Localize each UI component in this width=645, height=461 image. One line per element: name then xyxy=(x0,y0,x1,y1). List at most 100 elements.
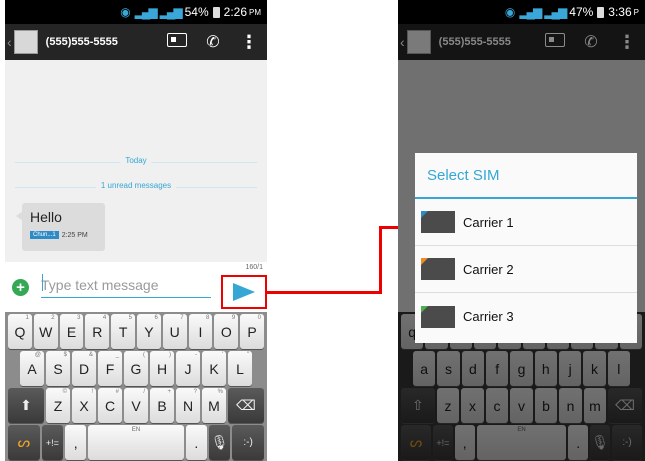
key-p[interactable]: P0 xyxy=(240,314,264,349)
comma-key[interactable]: , xyxy=(65,425,87,460)
conversation-view[interactable]: Today 1 unread messages Hello Chun...1 2… xyxy=(5,60,267,262)
key-k[interactable]: K ' xyxy=(202,351,226,386)
key-alt-label: 7 xyxy=(180,315,184,321)
swype-icon: ᔕ xyxy=(17,434,31,450)
battery-icon xyxy=(597,6,605,18)
key-e[interactable]: E3 xyxy=(59,314,84,349)
key-r[interactable]: R4 xyxy=(85,314,110,349)
send-icon xyxy=(233,283,255,301)
key-n[interactable]: N? xyxy=(176,388,200,423)
key-o[interactable]: O9 xyxy=(214,314,239,349)
key-alt-label: 4 xyxy=(102,315,107,321)
smiley-key[interactable]: :-) xyxy=(232,425,265,460)
key-z[interactable]: Z © xyxy=(46,388,70,423)
key-b[interactable]: B + xyxy=(150,388,174,423)
key-alt-label: ) xyxy=(169,352,171,358)
status-bar: ◉ ▂▄▆ ▂▄▆ 54% 2:26 PM xyxy=(5,0,267,24)
send-button[interactable] xyxy=(221,275,267,309)
overflow-menu-icon[interactable]: ⋮ xyxy=(609,32,645,53)
key-s[interactable]: S $ xyxy=(46,351,70,386)
contact-card-button[interactable] xyxy=(159,32,195,52)
key-a[interactable]: A @ xyxy=(20,351,44,386)
status-bar: ◉ ▂▄▆ ▂▄▆ 47% 3:36 P xyxy=(398,0,645,24)
key-alt-label: 9 xyxy=(231,315,236,321)
message-text: Hello xyxy=(30,209,62,225)
battery-percent: 47% xyxy=(569,5,594,19)
back-icon[interactable]: ‹ xyxy=(400,34,405,50)
key-d[interactable]: D & xyxy=(72,351,96,386)
signal-icon: ▂▄▆ xyxy=(134,5,158,19)
key-alt-label: 6 xyxy=(154,315,158,321)
microphone-icon: 🎙 xyxy=(210,434,229,450)
phone-icon: ✆ xyxy=(584,34,598,51)
add-attachment-button[interactable]: + xyxy=(12,279,29,296)
contact-card-button[interactable] xyxy=(537,32,573,52)
signal-icon-2: ▂▄▆ xyxy=(544,5,567,19)
contact-number: (555)555-5555 xyxy=(45,36,118,48)
key-y[interactable]: Y6 xyxy=(137,314,161,349)
key-q[interactable]: Q1 xyxy=(8,314,32,349)
symbols-key[interactable]: +!= xyxy=(41,425,64,460)
key-label: P xyxy=(247,323,257,340)
key-label: V xyxy=(131,397,141,414)
key-alt-label: + xyxy=(167,389,171,395)
wifi-icon: ◉ xyxy=(504,5,516,19)
key-alt-label: - xyxy=(195,352,197,358)
key-label: C xyxy=(104,397,116,414)
backspace-icon: ⌫ xyxy=(236,397,256,413)
call-button[interactable]: ✆ xyxy=(195,32,231,52)
action-bar: ‹ (555)555-5555 ✆ ⋮ xyxy=(398,24,645,60)
overflow-menu-icon[interactable]: ⋮ xyxy=(231,32,267,53)
unread-divider: 1 unread messages xyxy=(15,181,257,190)
period-key[interactable]: . xyxy=(185,425,207,460)
select-sim-dialog: Select SIM Carrier 1 Carrier 2 Carrier 3 xyxy=(415,153,637,343)
symbols-label: +!= xyxy=(45,437,59,448)
key-label: I xyxy=(198,323,203,340)
key-f[interactable]: F _ xyxy=(98,351,122,386)
shift-key[interactable]: ⬆ xyxy=(8,388,44,423)
key-t[interactable]: T5 xyxy=(111,314,135,349)
key-m[interactable]: M% xyxy=(202,388,226,423)
contact-avatar[interactable] xyxy=(406,30,431,54)
key-j[interactable]: J- xyxy=(176,351,200,386)
key-label: B xyxy=(157,397,167,414)
key-g[interactable]: G( xyxy=(124,351,148,386)
space-key[interactable]: EN xyxy=(88,425,184,460)
swype-key[interactable]: ᔕ xyxy=(8,425,40,460)
wifi-icon: ◉ xyxy=(120,5,131,19)
sim-option-1[interactable]: Carrier 1 xyxy=(415,199,637,246)
message-bubble[interactable]: Hello Chun...1 2:25 PM xyxy=(16,203,105,251)
key-w[interactable]: W2 xyxy=(33,314,58,349)
sim-tag: Chun...1 xyxy=(30,231,59,239)
sim-option-2[interactable]: Carrier 2 xyxy=(415,246,637,293)
key-l[interactable]: L " xyxy=(228,351,252,386)
message-input[interactable] xyxy=(41,272,211,298)
callout-line-horizontal xyxy=(267,291,381,294)
key-alt-label: © xyxy=(62,389,67,395)
key-h[interactable]: H) xyxy=(150,351,174,386)
call-button[interactable]: ✆ xyxy=(573,32,609,52)
back-icon[interactable]: ‹ xyxy=(7,34,12,50)
key-label: M xyxy=(208,397,220,414)
phone-icon: ✆ xyxy=(206,34,220,51)
key-u[interactable]: U7 xyxy=(162,314,187,349)
key-label: O xyxy=(220,323,232,340)
key-label: H xyxy=(156,360,168,377)
key-label: D xyxy=(78,360,90,377)
key-label: A xyxy=(27,360,37,377)
battery-icon xyxy=(212,6,220,18)
key-alt-label: 3 xyxy=(77,315,81,321)
unread-divider-label: 1 unread messages xyxy=(95,181,177,190)
key-label: L xyxy=(236,360,244,377)
key-i[interactable]: I8 xyxy=(188,314,213,349)
key-alt-label: / xyxy=(143,389,145,395)
key-c[interactable]: C # xyxy=(98,388,122,423)
char-counter: 160/1 xyxy=(245,264,263,271)
key-v[interactable]: V / xyxy=(124,388,148,423)
backspace-key[interactable]: ⌫ xyxy=(228,388,264,423)
sim-option-label: Carrier 3 xyxy=(463,309,514,324)
sim-option-3[interactable]: Carrier 3 xyxy=(415,293,637,340)
mic-key[interactable]: 🎙 xyxy=(208,425,231,460)
contact-avatar[interactable] xyxy=(13,30,38,54)
key-x[interactable]: X! xyxy=(72,388,96,423)
